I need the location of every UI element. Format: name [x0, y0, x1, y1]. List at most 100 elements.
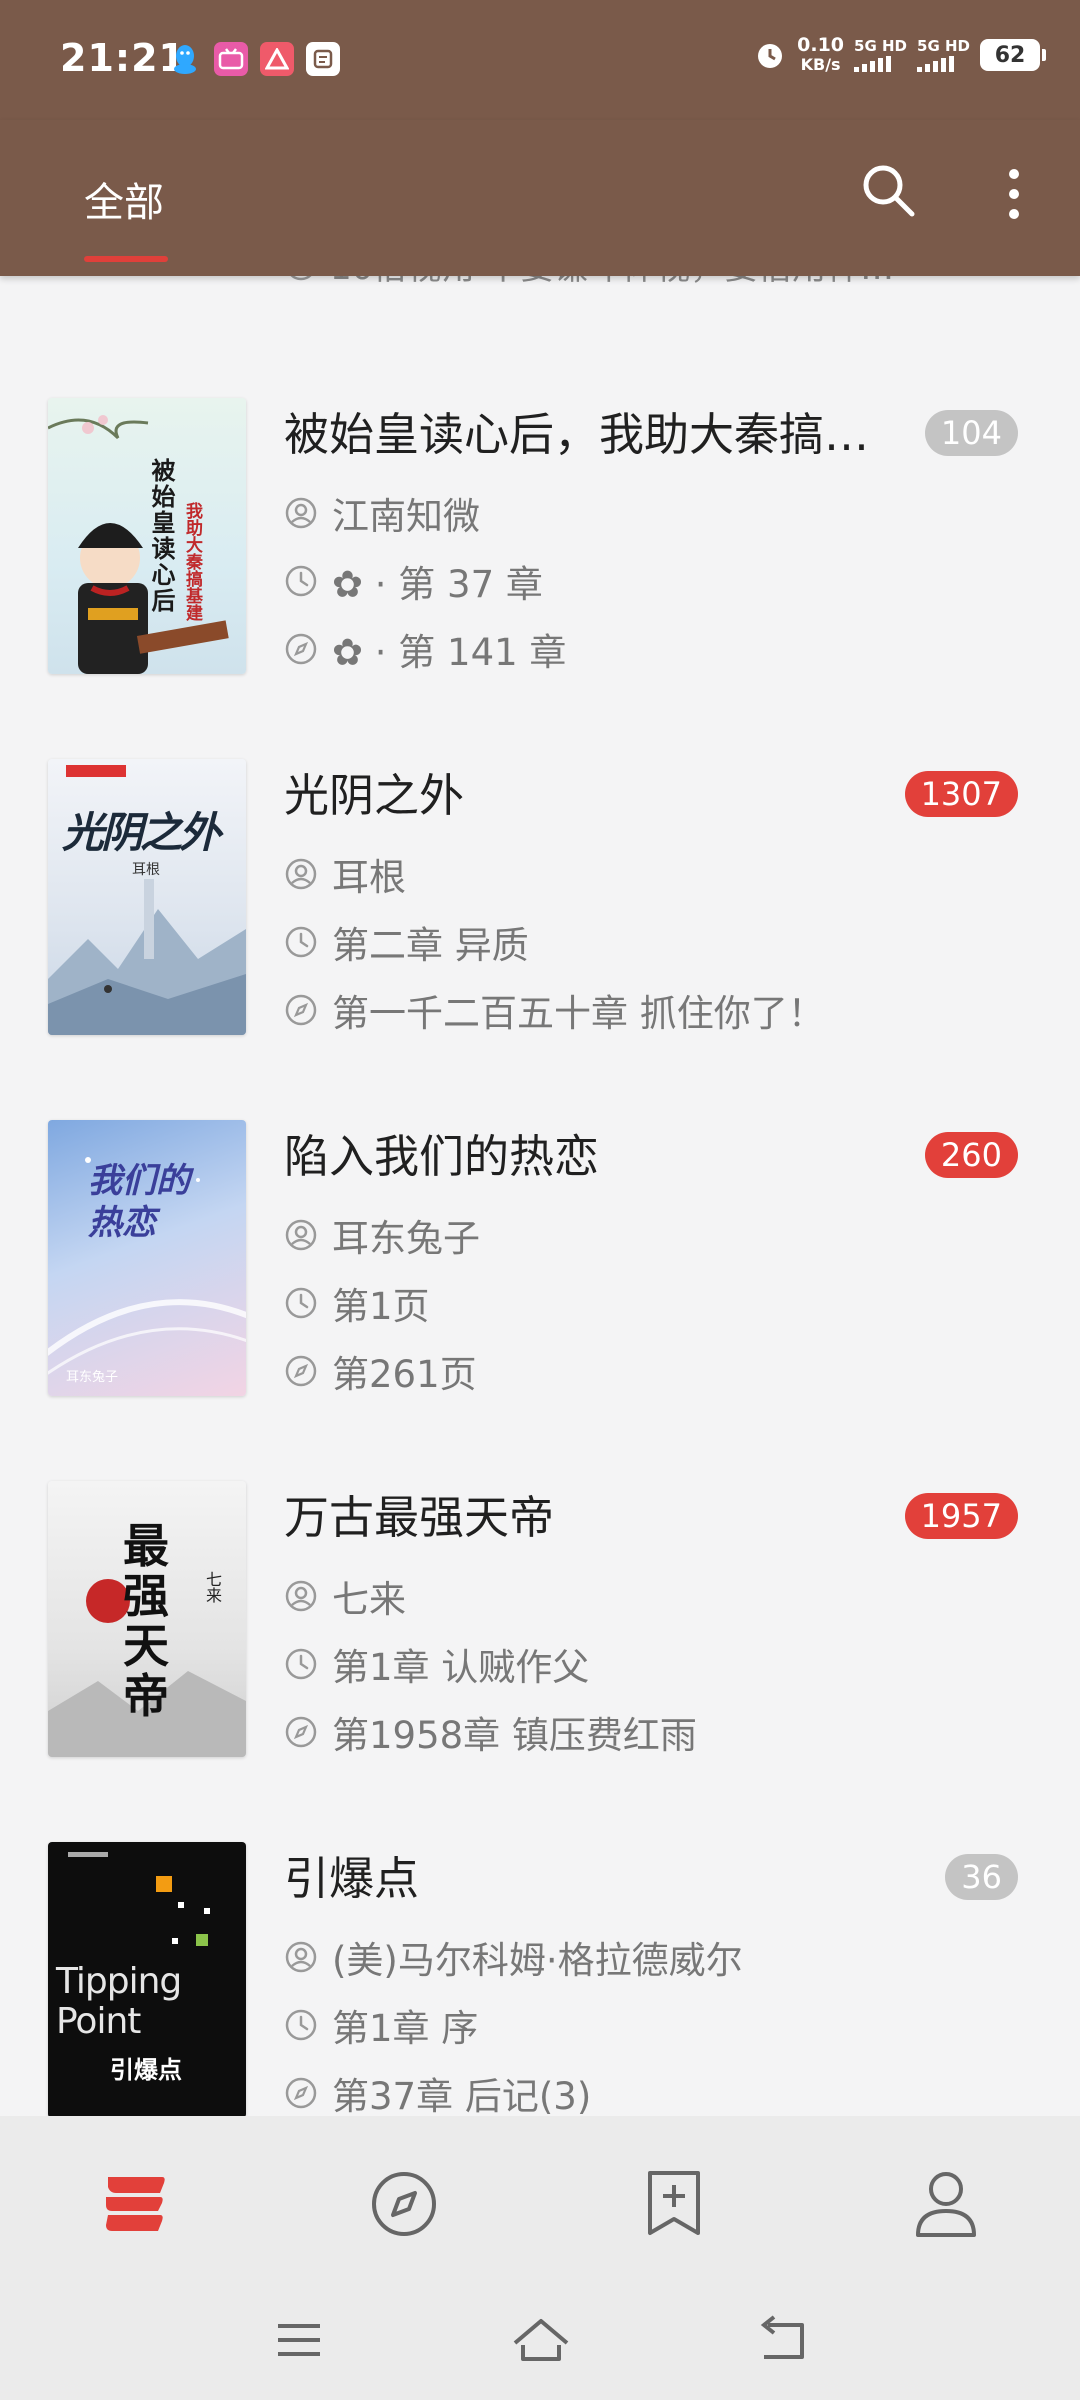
search-icon — [863, 165, 915, 217]
compass-small-icon — [285, 633, 317, 665]
book-item[interactable]: 最强天帝 七来 万古最强天帝 1957 七来 第1章 认贼作父 第1958章 镇… — [0, 1481, 1080, 1781]
unread-badge: 1957 — [904, 1493, 1018, 1539]
system-menu-button[interactable] — [264, 2310, 334, 2370]
unread-badge: 1307 — [904, 771, 1018, 817]
clock-icon — [285, 1287, 317, 1319]
compass-small-icon — [285, 2077, 317, 2109]
nav-bookmark[interactable] — [634, 2164, 714, 2244]
system-navigation-bar — [0, 2280, 1080, 2400]
tab-all[interactable]: 全部 — [84, 170, 164, 228]
cover-title: 最强天帝 — [123, 1519, 169, 1723]
tab-indicator — [84, 256, 168, 262]
cover-title: Tipping Point — [56, 1961, 182, 2042]
book-latest-chapter: 第261页 — [284, 1344, 477, 1398]
sim2-signal: 5G HD — [917, 36, 970, 72]
net-speed: 0.10 KB/s — [797, 36, 844, 75]
cover-title: 我们的热恋 — [88, 1161, 190, 1243]
person-circle-icon — [285, 858, 317, 890]
net-speed-unit: KB/s — [800, 55, 841, 74]
compass-small-icon — [290, 276, 312, 281]
book-cover[interactable]: Tipping Point 引爆点 — [48, 1842, 246, 2116]
book-item[interactable]: 我们的热恋 耳东兔子 陷入我们的热恋 260 耳东兔子 第1页 第261页 — [0, 1120, 1080, 1420]
system-back-button[interactable] — [746, 2310, 816, 2370]
nav-discover[interactable] — [364, 2164, 444, 2244]
person-circle-icon — [285, 497, 317, 529]
more-vertical-icon — [1009, 169, 1019, 219]
book-title: 引爆点 — [284, 1852, 420, 1905]
sim2-label: 5G HD — [917, 36, 970, 55]
compass-small-icon — [285, 1355, 317, 1387]
signal-bars-icon — [854, 55, 907, 72]
author-name: 耳东兔子 — [332, 1217, 480, 1260]
book-item[interactable]: 光阴之外 耳根 光阴之外 1307 耳根 第二章 异质 第一千二百五十章 抓住你… — [0, 759, 1080, 1059]
partial-latest-chapter: 10倍视角 不要谦卑仰视，要借用神… — [330, 276, 894, 289]
cover-subtitle: 引爆点 — [110, 2056, 182, 2084]
current-chapter-text: 第1章 认贼作父 — [332, 1646, 590, 1689]
author-name: 耳根 — [332, 856, 406, 899]
sim1-label: 5G HD — [854, 36, 908, 55]
book-title: 陷入我们的热恋 — [284, 1130, 600, 1183]
book-author: (美)马尔科姆·格拉德威尔 — [284, 1930, 743, 1984]
home-icon — [513, 2319, 569, 2361]
book-current-chapter: 第1章 认贼作父 — [284, 1637, 589, 1691]
current-chapter-text: 第二章 异质 — [332, 924, 529, 967]
compass-small-icon — [285, 994, 317, 1026]
book-author: 耳根 — [284, 847, 406, 901]
latest-chapter-text: 第261页 — [332, 1353, 477, 1396]
app-bar: 全部 — [0, 120, 1080, 276]
status-bar: 21:21 0.10 KB/s 5G HD 5G HD 62 — [0, 0, 1080, 120]
clock-icon — [285, 926, 317, 958]
book-cover[interactable]: 最强天帝 七来 — [48, 1481, 246, 1757]
book-title: 被始皇读心后，我助大秦搞… — [284, 408, 870, 461]
book-current-chapter: 第二章 异质 — [284, 915, 529, 969]
nav-profile[interactable] — [906, 2164, 986, 2244]
person-circle-icon — [285, 1941, 317, 1973]
book-item[interactable]: Tipping Point 引爆点 引爆点 36 (美)马尔科姆·格拉德威尔 第… — [0, 1842, 1080, 2116]
person-circle-icon — [285, 1580, 317, 1612]
battery-indicator: 62 — [980, 39, 1046, 71]
system-home-button[interactable] — [506, 2310, 576, 2370]
author-name: 江南知微 — [332, 495, 480, 538]
status-right: 0.10 KB/s 5G HD 5G HD 62 — [753, 36, 1046, 75]
bookshelf-list[interactable]: 10倍视角 不要谦卑仰视，要借用神… 被始皇读心后 我助大秦搞基建 被始皇读心后… — [0, 276, 1080, 2116]
latest-chapter-text: 第37章 后记(3) — [332, 2075, 592, 2116]
book-author: 耳东兔子 — [284, 1208, 480, 1262]
book-author: 七来 — [284, 1569, 406, 1623]
current-chapter-text: ✿ · 第 37 章 — [332, 563, 543, 606]
sim1-signal: 5G HD — [854, 36, 908, 72]
book-title: 光阴之外 — [284, 769, 465, 822]
qq-icon — [168, 42, 202, 76]
clock-icon — [285, 1648, 317, 1680]
unread-badge: 104 — [924, 410, 1018, 456]
cover-title: 被始皇读心后 — [147, 458, 176, 614]
current-chapter-text: 第1章 序 — [332, 2007, 479, 2050]
book-current-chapter: 第1章 序 — [284, 1998, 478, 2052]
latest-chapter-text: 第一千二百五十章 抓住你了！ — [332, 992, 825, 1035]
book-item[interactable]: 被始皇读心后 我助大秦搞基建 被始皇读心后，我助大秦搞… 104 江南知微 ✿ … — [0, 398, 1080, 698]
unread-badge: 36 — [945, 1854, 1018, 1900]
person-icon — [916, 2172, 976, 2237]
search-button[interactable] — [856, 158, 920, 222]
book-cover[interactable]: 被始皇读心后 我助大秦搞基建 — [48, 398, 246, 674]
more-options-button[interactable] — [994, 162, 1034, 226]
book-cover[interactable]: 光阴之外 耳根 — [48, 759, 246, 1035]
partial-list-item[interactable]: 10倍视角 不要谦卑仰视，要借用神… — [0, 276, 1080, 320]
bottom-navigation — [0, 2116, 1080, 2280]
nav-bookshelf[interactable] — [94, 2164, 174, 2244]
clock-icon — [285, 2009, 317, 2041]
book-cover[interactable]: 我们的热恋 耳东兔子 — [48, 1120, 246, 1396]
book-latest-chapter: 第一千二百五十章 抓住你了！ — [284, 983, 825, 1037]
bookmark-add-icon — [648, 2171, 700, 2235]
bilibili-icon — [214, 42, 248, 76]
app-triangle-icon — [260, 42, 294, 76]
latest-chapter-text: ✿ · 第 141 章 — [332, 631, 567, 674]
book-current-chapter: 第1页 — [284, 1276, 430, 1330]
unread-badge: 260 — [924, 1132, 1018, 1178]
person-circle-icon — [285, 1219, 317, 1251]
signal-bars-icon — [917, 55, 970, 72]
compass-small-icon — [285, 1716, 317, 1748]
latest-chapter-text: 第1958章 镇压费红雨 — [332, 1714, 697, 1757]
clock-icon — [285, 565, 317, 597]
alarm-icon — [758, 44, 783, 68]
author-name: (美)马尔科姆·格拉德威尔 — [332, 1939, 743, 1982]
